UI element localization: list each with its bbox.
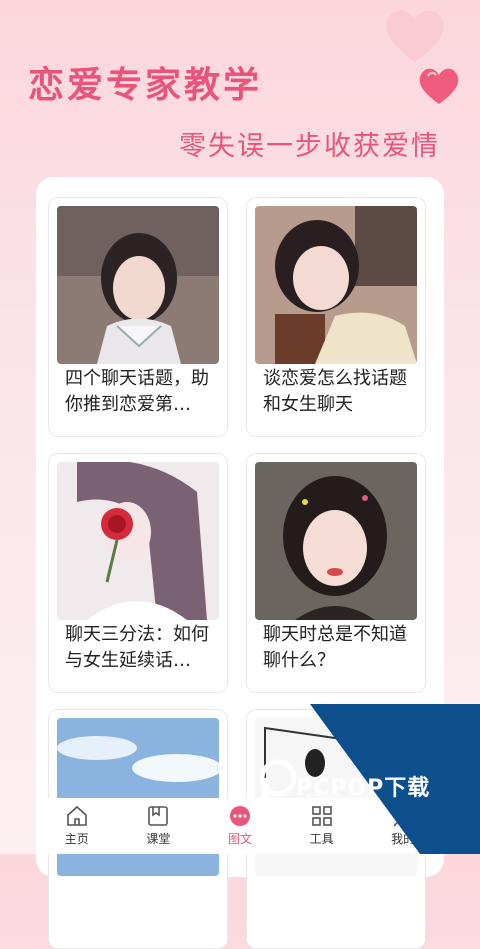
tab-label: 图文 xyxy=(227,832,252,846)
tab-home[interactable]: 主页 xyxy=(36,798,118,854)
article-title: 四个聊天话题，助你推到恋爱第… xyxy=(65,368,209,415)
article-card[interactable]: 聊天三分法：如何与女生延续话… xyxy=(48,453,228,693)
heart-icon xyxy=(419,68,459,104)
tab-label: 课堂 xyxy=(146,832,171,846)
article-thumbnail xyxy=(57,206,219,364)
watermark-logo-icon xyxy=(259,759,297,806)
article-title: 聊天三分法：如何与女生延续话… xyxy=(65,624,209,671)
article-thumbnail xyxy=(255,206,417,364)
hero-title: 恋爱专家教学 xyxy=(28,65,263,106)
article-thumbnail xyxy=(57,462,219,620)
hero-subtitle: 零失误一步收获爱情 xyxy=(179,131,440,162)
article-card[interactable]: 聊天时总是不知道聊什么？ xyxy=(246,453,426,693)
watermark-subtext: PCPOP Download xyxy=(306,794,375,803)
chat-bubble-icon xyxy=(229,806,250,826)
article-card[interactable]: 谈恋爱怎么找话题和女生聊天 xyxy=(246,197,426,437)
tab-label: 主页 xyxy=(64,832,89,846)
home-icon xyxy=(66,805,87,826)
article-title: 聊天时总是不知道聊什么？ xyxy=(263,624,407,671)
article-card[interactable]: 四个聊天话题，助你推到恋爱第… xyxy=(48,197,228,437)
article-thumbnail xyxy=(255,462,417,620)
background-heart-icon xyxy=(386,10,444,63)
book-icon xyxy=(148,806,169,826)
tab-classroom[interactable]: 课堂 xyxy=(118,798,200,854)
article-title: 谈恋爱怎么找话题和女生聊天 xyxy=(263,368,407,415)
